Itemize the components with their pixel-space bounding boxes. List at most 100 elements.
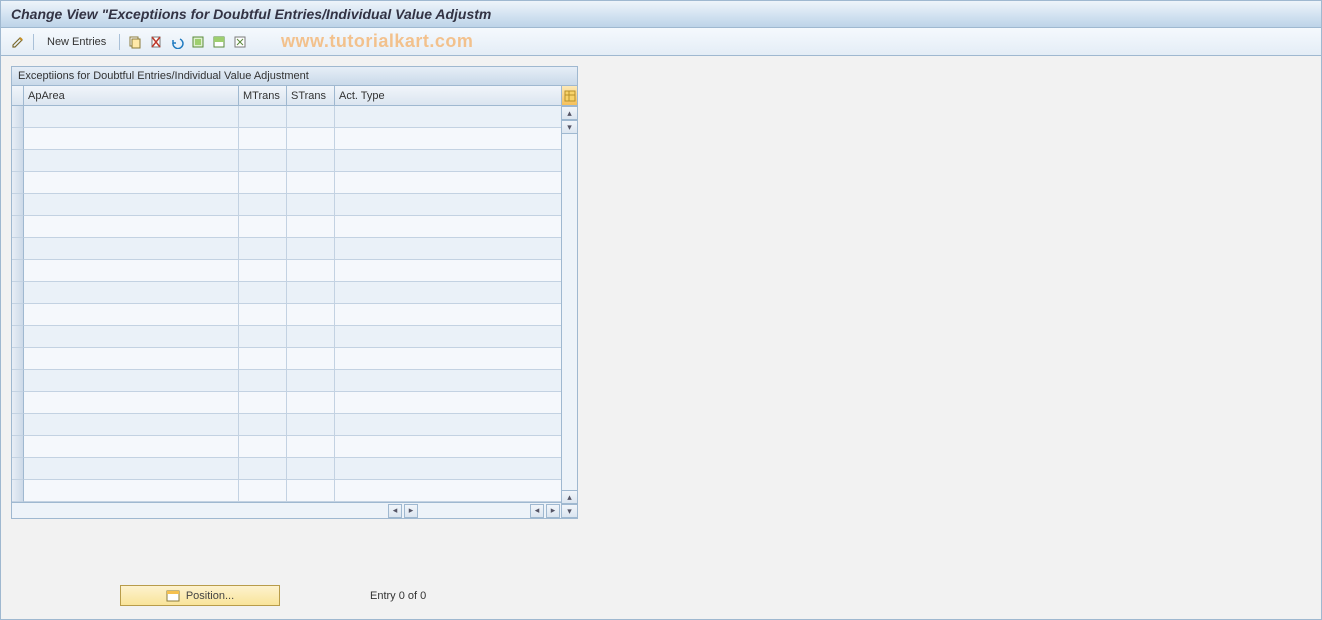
- cell-aparea[interactable]: [24, 172, 239, 194]
- cell-aparea[interactable]: [24, 260, 239, 282]
- table-row[interactable]: [12, 436, 561, 458]
- cell-aparea[interactable]: [24, 480, 239, 502]
- table-row[interactable]: [12, 128, 561, 150]
- table-row[interactable]: [12, 414, 561, 436]
- cell-acttype[interactable]: [335, 458, 561, 480]
- row-handle[interactable]: [12, 436, 24, 458]
- cell-aparea[interactable]: [24, 304, 239, 326]
- table-row[interactable]: [12, 304, 561, 326]
- table-row[interactable]: [12, 326, 561, 348]
- undo-icon[interactable]: [168, 33, 186, 51]
- cell-strans[interactable]: [287, 194, 335, 216]
- cell-mtrans[interactable]: [239, 194, 287, 216]
- cell-mtrans[interactable]: [239, 458, 287, 480]
- cell-mtrans[interactable]: [239, 436, 287, 458]
- cell-mtrans[interactable]: [239, 414, 287, 436]
- row-handle[interactable]: [12, 216, 24, 238]
- deselect-all-icon[interactable]: [231, 33, 249, 51]
- col-header-aparea[interactable]: ApArea: [24, 86, 239, 105]
- scroll-down-end-icon[interactable]: ▾: [562, 504, 577, 518]
- cell-strans[interactable]: [287, 348, 335, 370]
- scroll-right-icon[interactable]: ▸: [404, 504, 418, 518]
- row-handle[interactable]: [12, 326, 24, 348]
- row-handle[interactable]: [12, 238, 24, 260]
- cell-mtrans[interactable]: [239, 304, 287, 326]
- copy-icon[interactable]: [126, 33, 144, 51]
- cell-aparea[interactable]: [24, 436, 239, 458]
- cell-aparea[interactable]: [24, 370, 239, 392]
- cell-acttype[interactable]: [335, 260, 561, 282]
- table-row[interactable]: [12, 282, 561, 304]
- cell-acttype[interactable]: [335, 194, 561, 216]
- cell-aparea[interactable]: [24, 150, 239, 172]
- cell-aparea[interactable]: [24, 458, 239, 480]
- cell-strans[interactable]: [287, 480, 335, 502]
- table-row[interactable]: [12, 458, 561, 480]
- row-handle[interactable]: [12, 194, 24, 216]
- col-header-strans[interactable]: STrans: [287, 86, 335, 105]
- row-handle[interactable]: [12, 414, 24, 436]
- scroll-down-icon[interactable]: ▾: [562, 120, 577, 134]
- cell-strans[interactable]: [287, 326, 335, 348]
- row-handle[interactable]: [12, 260, 24, 282]
- table-row[interactable]: [12, 150, 561, 172]
- cell-strans[interactable]: [287, 128, 335, 150]
- cell-strans[interactable]: [287, 216, 335, 238]
- row-handle[interactable]: [12, 304, 24, 326]
- cell-acttype[interactable]: [335, 326, 561, 348]
- cell-strans[interactable]: [287, 436, 335, 458]
- new-entries-button[interactable]: New Entries: [40, 33, 113, 51]
- cell-mtrans[interactable]: [239, 238, 287, 260]
- cell-mtrans[interactable]: [239, 172, 287, 194]
- cell-mtrans[interactable]: [239, 326, 287, 348]
- row-handle[interactable]: [12, 128, 24, 150]
- cell-aparea[interactable]: [24, 194, 239, 216]
- table-settings-icon[interactable]: [562, 86, 577, 106]
- cell-acttype[interactable]: [335, 128, 561, 150]
- cell-acttype[interactable]: [335, 304, 561, 326]
- row-handle[interactable]: [12, 370, 24, 392]
- cell-acttype[interactable]: [335, 480, 561, 502]
- row-handle[interactable]: [12, 106, 24, 128]
- cell-mtrans[interactable]: [239, 392, 287, 414]
- delete-icon[interactable]: [147, 33, 165, 51]
- cell-aparea[interactable]: [24, 128, 239, 150]
- cell-acttype[interactable]: [335, 392, 561, 414]
- cell-strans[interactable]: [287, 260, 335, 282]
- table-row[interactable]: [12, 194, 561, 216]
- scroll-up-end-icon[interactable]: ▴: [562, 490, 577, 504]
- row-handle[interactable]: [12, 392, 24, 414]
- table-row[interactable]: [12, 238, 561, 260]
- cell-aparea[interactable]: [24, 238, 239, 260]
- cell-acttype[interactable]: [335, 348, 561, 370]
- scroll-up-icon[interactable]: ▴: [562, 106, 577, 120]
- cell-aparea[interactable]: [24, 348, 239, 370]
- scroll-left-icon[interactable]: ◂: [388, 504, 402, 518]
- horizontal-scrollbar[interactable]: ◂ ▸ ◂ ▸: [12, 502, 561, 518]
- cell-aparea[interactable]: [24, 414, 239, 436]
- row-handle[interactable]: [12, 150, 24, 172]
- cell-aparea[interactable]: [24, 106, 239, 128]
- cell-aparea[interactable]: [24, 392, 239, 414]
- table-row[interactable]: [12, 216, 561, 238]
- cell-acttype[interactable]: [335, 172, 561, 194]
- cell-aparea[interactable]: [24, 282, 239, 304]
- cell-strans[interactable]: [287, 370, 335, 392]
- cell-strans[interactable]: [287, 392, 335, 414]
- col-header-acttype[interactable]: Act. Type: [335, 86, 561, 105]
- table-row[interactable]: [12, 392, 561, 414]
- table-row[interactable]: [12, 370, 561, 392]
- col-header-mtrans[interactable]: MTrans: [239, 86, 287, 105]
- cell-acttype[interactable]: [335, 216, 561, 238]
- vertical-scrollbar[interactable]: ▴ ▾ ▴ ▾: [561, 86, 577, 518]
- row-handle[interactable]: [12, 458, 24, 480]
- table-row[interactable]: [12, 480, 561, 502]
- cell-strans[interactable]: [287, 172, 335, 194]
- cell-acttype[interactable]: [335, 414, 561, 436]
- cell-mtrans[interactable]: [239, 128, 287, 150]
- table-row[interactable]: [12, 172, 561, 194]
- table-row[interactable]: [12, 106, 561, 128]
- row-handle[interactable]: [12, 172, 24, 194]
- cell-acttype[interactable]: [335, 370, 561, 392]
- cell-strans[interactable]: [287, 458, 335, 480]
